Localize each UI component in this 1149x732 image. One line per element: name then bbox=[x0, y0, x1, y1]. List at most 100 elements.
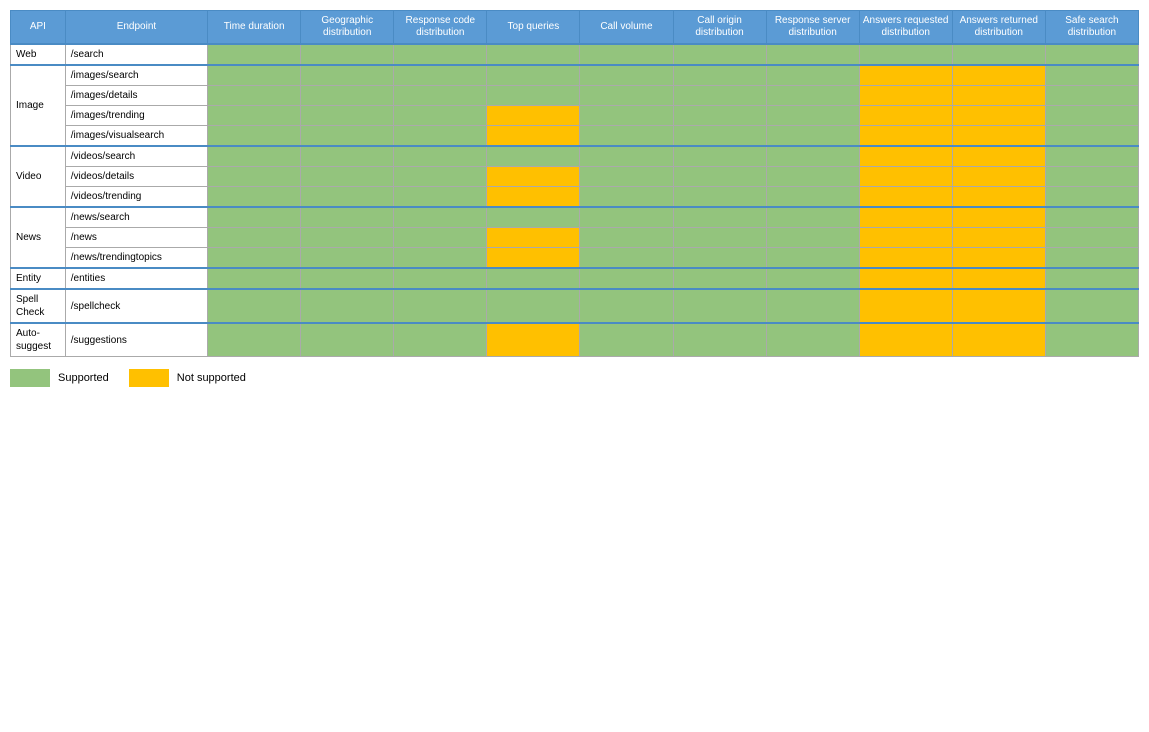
feature-cell bbox=[673, 187, 766, 208]
feature-cell bbox=[580, 248, 673, 269]
feature-cell bbox=[1045, 106, 1138, 126]
api-cell: Image bbox=[11, 65, 66, 146]
feature-cell bbox=[301, 44, 394, 65]
endpoint-cell: /news/search bbox=[65, 207, 207, 228]
feature-cell bbox=[394, 268, 487, 289]
feature-cell bbox=[859, 106, 952, 126]
main-table-container: API Endpoint Time duration Geographic di… bbox=[10, 10, 1139, 357]
feature-cell bbox=[208, 187, 301, 208]
feature-cell bbox=[208, 86, 301, 106]
feature-cell bbox=[487, 146, 580, 167]
api-cell: Entity bbox=[11, 268, 66, 289]
feature-cell bbox=[859, 44, 952, 65]
feature-cell bbox=[208, 248, 301, 269]
feature-cell bbox=[766, 248, 859, 269]
feature-cell bbox=[487, 167, 580, 187]
header-top-queries: Top queries bbox=[487, 11, 580, 45]
feature-cell bbox=[580, 268, 673, 289]
feature-cell bbox=[580, 44, 673, 65]
feature-cell bbox=[766, 323, 859, 357]
feature-cell bbox=[208, 146, 301, 167]
feature-cell bbox=[859, 86, 952, 106]
feature-cell bbox=[301, 248, 394, 269]
feature-cell bbox=[673, 289, 766, 323]
feature-cell bbox=[952, 323, 1045, 357]
feature-cell bbox=[952, 86, 1045, 106]
feature-cell bbox=[1045, 228, 1138, 248]
feature-cell bbox=[208, 289, 301, 323]
feature-cell bbox=[580, 106, 673, 126]
feature-cell bbox=[580, 207, 673, 228]
endpoint-cell: /videos/details bbox=[65, 167, 207, 187]
legend-not-supported-label: Not supported bbox=[177, 372, 246, 384]
feature-cell bbox=[208, 228, 301, 248]
feature-cell bbox=[394, 228, 487, 248]
feature-cell bbox=[1045, 289, 1138, 323]
header-safe-search: Safe search distribution bbox=[1045, 11, 1138, 45]
feature-cell bbox=[394, 146, 487, 167]
feature-cell bbox=[1045, 167, 1138, 187]
feature-cell bbox=[766, 228, 859, 248]
table-row: /images/visualsearch bbox=[11, 126, 1139, 147]
feature-cell bbox=[1045, 86, 1138, 106]
feature-cell bbox=[580, 86, 673, 106]
feature-cell bbox=[394, 248, 487, 269]
feature-cell bbox=[952, 187, 1045, 208]
feature-cell bbox=[580, 146, 673, 167]
feature-cell bbox=[766, 289, 859, 323]
feature-cell bbox=[301, 146, 394, 167]
feature-cell bbox=[487, 289, 580, 323]
feature-cell bbox=[1045, 207, 1138, 228]
table-row: Web/search bbox=[11, 44, 1139, 65]
feature-cell bbox=[487, 44, 580, 65]
legend: Supported Not supported bbox=[10, 369, 1139, 387]
endpoint-cell: /news/trendingtopics bbox=[65, 248, 207, 269]
feature-cell bbox=[766, 126, 859, 147]
feature-cell bbox=[859, 167, 952, 187]
feature-cell bbox=[301, 268, 394, 289]
feature-cell bbox=[673, 106, 766, 126]
legend-green-box bbox=[10, 369, 50, 387]
feature-cell bbox=[394, 86, 487, 106]
header-time-duration: Time duration bbox=[208, 11, 301, 45]
feature-cell bbox=[487, 323, 580, 357]
feature-cell bbox=[859, 228, 952, 248]
feature-cell bbox=[580, 228, 673, 248]
feature-cell bbox=[1045, 44, 1138, 65]
table-row: /images/trending bbox=[11, 106, 1139, 126]
feature-cell bbox=[487, 228, 580, 248]
endpoint-cell: /search bbox=[65, 44, 207, 65]
feature-cell bbox=[766, 44, 859, 65]
feature-cell bbox=[301, 65, 394, 86]
api-cell: Web bbox=[11, 44, 66, 65]
feature-cell bbox=[301, 207, 394, 228]
feature-cell bbox=[208, 65, 301, 86]
header-row: API Endpoint Time duration Geographic di… bbox=[11, 11, 1139, 45]
feature-cell bbox=[673, 126, 766, 147]
feature-cell bbox=[673, 146, 766, 167]
endpoint-cell: /spellcheck bbox=[65, 289, 207, 323]
feature-cell bbox=[859, 268, 952, 289]
table-row: /news bbox=[11, 228, 1139, 248]
header-answers-returned: Answers returned distribution bbox=[952, 11, 1045, 45]
feature-cell bbox=[673, 268, 766, 289]
table-row: /news/trendingtopics bbox=[11, 248, 1139, 269]
feature-cell bbox=[487, 268, 580, 289]
feature-cell bbox=[487, 207, 580, 228]
table-row: Spell Check/spellcheck bbox=[11, 289, 1139, 323]
api-cell: News bbox=[11, 207, 66, 268]
feature-cell bbox=[1045, 187, 1138, 208]
header-call-origin: Call origin distribution bbox=[673, 11, 766, 45]
feature-cell bbox=[1045, 323, 1138, 357]
feature-cell bbox=[952, 44, 1045, 65]
feature-cell bbox=[394, 126, 487, 147]
feature-cell bbox=[1045, 268, 1138, 289]
header-endpoint: Endpoint bbox=[65, 11, 207, 45]
feature-cell bbox=[673, 228, 766, 248]
feature-cell bbox=[766, 106, 859, 126]
feature-cell bbox=[394, 207, 487, 228]
feature-cell bbox=[1045, 146, 1138, 167]
feature-cell bbox=[487, 65, 580, 86]
feature-cell bbox=[952, 248, 1045, 269]
feature-cell bbox=[673, 44, 766, 65]
